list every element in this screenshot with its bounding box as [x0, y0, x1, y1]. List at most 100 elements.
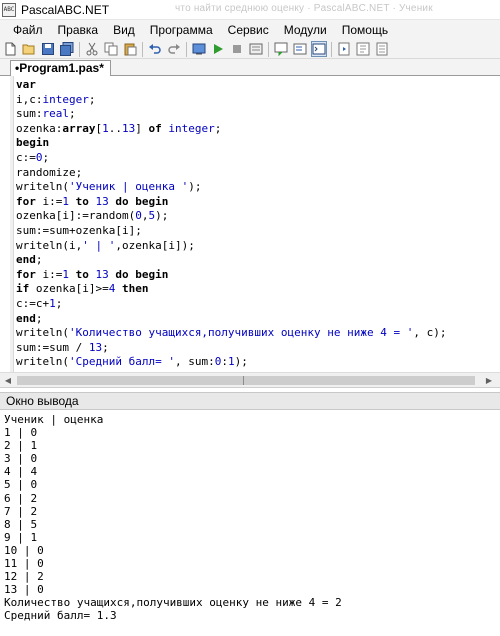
scrollbar-thumb[interactable]	[17, 376, 475, 385]
code-line[interactable]: writeln('Ученик | оценка ');	[16, 180, 446, 195]
code-token: sum:=sum+ozenka[i];	[16, 223, 142, 237]
code-token: for	[16, 194, 36, 208]
menu-bar: Файл Правка Вид Программа Сервис Модули …	[0, 20, 500, 40]
output-line: 11 | 0	[4, 557, 44, 571]
code-line[interactable]: if ozenka[i]>=4 then	[16, 282, 446, 297]
run-icon[interactable]	[210, 41, 226, 57]
code-token: integer	[168, 121, 215, 135]
output-line: Ученик | оценка	[4, 413, 104, 426]
code-line[interactable]: var	[16, 78, 446, 93]
code-token: to	[75, 194, 89, 208]
code-token: , c);	[413, 326, 447, 340]
code-token: ;	[214, 121, 222, 135]
new-file-icon[interactable]	[2, 41, 18, 57]
code-token: 13	[88, 340, 103, 354]
code-token: , sum:	[174, 355, 215, 369]
tab-program1[interactable]: •Program1.pas*	[10, 60, 111, 76]
copy-icon[interactable]	[103, 41, 119, 57]
output-line: 7 | 2	[4, 504, 38, 518]
code-token: of	[148, 121, 162, 135]
code-line[interactable]: sum:real;	[16, 107, 446, 122]
cut-icon[interactable]	[84, 41, 100, 57]
menu-service[interactable]: Сервис	[228, 23, 269, 37]
code-line[interactable]: writeln('Средний балл= ', sum:0:1);	[16, 355, 446, 370]
save-all-icon[interactable]	[59, 41, 75, 57]
code-line[interactable]: begin	[16, 136, 446, 151]
code-token: 1	[227, 355, 235, 369]
code-token: writeln(	[16, 326, 69, 340]
code-token: writeln(	[16, 180, 69, 194]
menu-program[interactable]: Программа	[150, 23, 213, 37]
code-token: integer	[42, 92, 89, 106]
save-icon[interactable]	[40, 41, 56, 57]
output-line: Средний балл= 1.3	[4, 609, 117, 623]
menu-view[interactable]: Вид	[113, 23, 135, 37]
code-line[interactable]: writeln('Количество учащихся,получивших …	[16, 326, 446, 341]
code-line[interactable]: writeln(i,' | ',ozenka[i]);	[16, 239, 446, 254]
output-line: 4 | 4	[4, 465, 38, 479]
debug-icon[interactable]	[248, 41, 264, 57]
code-token: then	[121, 282, 149, 296]
code-token: for	[16, 267, 36, 281]
code-token: 13	[95, 267, 109, 281]
step-into-icon[interactable]	[273, 41, 289, 57]
compile-icon[interactable]	[191, 41, 207, 57]
code-token: 0	[135, 209, 142, 223]
output-line: 13 | 0	[4, 583, 44, 597]
code-token: ]	[135, 121, 149, 135]
scrollbar-grip	[243, 376, 244, 385]
menu-file[interactable]: Файл	[13, 23, 43, 37]
code-token: 0	[35, 150, 43, 164]
output-window[interactable]: Ученик | оценка 1 | 02 | 13 | 04 | 45 | 0…	[0, 410, 500, 636]
paste-icon[interactable]	[122, 41, 138, 57]
code-token: array	[62, 121, 96, 135]
code-line[interactable]: ozenka:array[1..13] of integer;	[16, 122, 446, 137]
output-line: 8 | 5	[4, 517, 38, 531]
undo-icon[interactable]	[147, 41, 163, 57]
app-icon[interactable]: ABC	[2, 2, 16, 17]
scroll-left-icon[interactable]: ◀	[3, 376, 13, 386]
title-bar: ABC PascalABC.NET что найти среднюю оцен…	[0, 0, 500, 20]
code-token: 1	[49, 296, 56, 310]
output-line: 5 | 0	[4, 478, 38, 492]
code-line[interactable]: end;	[16, 312, 446, 327]
step-over-icon[interactable]	[292, 41, 308, 57]
code-token: do	[115, 194, 129, 208]
menu-modules[interactable]: Модули	[284, 23, 327, 37]
code-text[interactable]: var i,c:integer; sum:real; ozenka:array[1..…	[16, 78, 446, 372]
code-line[interactable]: sum:=sum / 13;	[16, 341, 446, 356]
toolbar-separator	[142, 41, 143, 57]
code-line[interactable]: ozenka[i]:=random(0,5);	[16, 209, 446, 224]
stop-icon[interactable]	[229, 41, 245, 57]
code-line[interactable]: randomize;	[16, 166, 446, 181]
code-line[interactable]: for i:=1 to 13 do begin	[16, 195, 446, 210]
code-token: ' | '	[82, 238, 116, 252]
output-line: 12 | 2	[4, 570, 44, 584]
output-line: 10 | 0	[4, 543, 44, 557]
code-line[interactable]: c:=c+1;	[16, 297, 446, 312]
code-line[interactable]: c:=0;	[16, 151, 446, 166]
find-icon[interactable]	[355, 41, 371, 57]
open-folder-icon[interactable]	[21, 41, 37, 57]
code-editor[interactable]: var i,c:integer; sum:real; ozenka:array[1..…	[0, 76, 500, 372]
settings-icon[interactable]	[374, 41, 390, 57]
code-line[interactable]: end;	[16, 253, 446, 268]
code-token: ozenka[i]>=	[29, 282, 109, 296]
scroll-right-icon[interactable]: ▶	[484, 376, 494, 386]
format-code-icon[interactable]	[336, 41, 352, 57]
toolbar-separator	[186, 41, 187, 57]
code-token: ;	[35, 253, 43, 267]
code-line[interactable]: i,c:integer;	[16, 93, 446, 108]
output-window-icon[interactable]	[311, 41, 327, 57]
code-token: writeln(	[16, 355, 69, 369]
menu-help[interactable]: Помощь	[342, 23, 388, 37]
redo-icon[interactable]	[166, 41, 182, 57]
menu-edit[interactable]: Правка	[58, 23, 99, 37]
code-line[interactable]: sum:=sum+ozenka[i];	[16, 224, 446, 239]
horizontal-scrollbar[interactable]: ◀ ▶	[0, 372, 500, 388]
code-line[interactable]: for i:=1 to 13 do begin	[16, 268, 446, 283]
window-title: PascalABC.NET	[21, 2, 110, 17]
